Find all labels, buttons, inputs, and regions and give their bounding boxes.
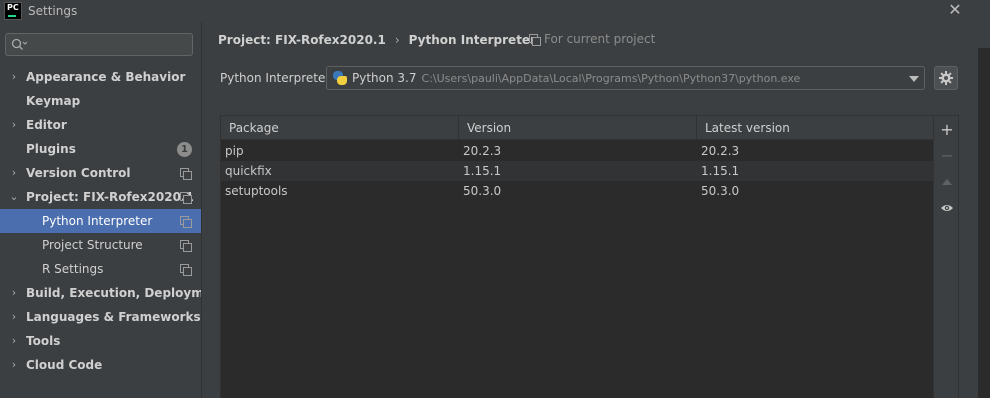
package-version: 20.2.3 (463, 144, 502, 158)
column-header-version[interactable]: Version (459, 116, 697, 140)
pycharm-icon: PC (4, 2, 22, 20)
package-version: 50.3.0 (463, 184, 502, 198)
sidebar-item-label: Project: FIX-Rofex2020.1 (26, 190, 194, 204)
interpreter-label: Python Interpreter: (220, 71, 335, 85)
column-header-package[interactable]: Package (221, 116, 459, 140)
sidebar-item-label: Plugins (26, 142, 76, 156)
column-header-latest-version[interactable]: Latest version (697, 116, 933, 140)
chevron-right-icon[interactable]: › (9, 113, 19, 137)
chevron-right-icon[interactable]: › (9, 65, 19, 89)
sidebar-item-label: Tools (26, 334, 61, 348)
title-bar: PC Settings ✕ (0, 0, 990, 22)
package-latest-version: 1.15.1 (701, 164, 740, 178)
update-count-badge: 1 (177, 142, 192, 157)
sidebar-item-label: Languages & Frameworks (26, 310, 201, 324)
dropdown-arrow-icon (909, 76, 919, 82)
scope-label: For current project (544, 32, 656, 46)
table-row[interactable]: quickfix 1.15.1 1.15.1 (221, 161, 933, 181)
add-package-button[interactable]: + (935, 118, 959, 142)
sidebar-item-label: Appearance & Behavior (26, 70, 186, 84)
sidebar-item-plugins[interactable]: Plugins 1 (0, 137, 201, 161)
package-name: quickfix (225, 164, 272, 178)
breadcrumb-page: Python Interpreter (408, 33, 536, 47)
chevron-right-icon[interactable]: › (9, 329, 19, 353)
background-window-edge (978, 0, 990, 398)
scope-hint: For current project (529, 32, 655, 46)
settings-sidebar: › Appearance & Behavior Keymap › Editor … (0, 28, 226, 398)
sidebar-item-project[interactable]: ⌄ Project: FIX-Rofex2020.1 (0, 185, 201, 209)
sidebar-item-cloud-code[interactable]: › Cloud Code (0, 353, 201, 377)
sidebar-item-keymap[interactable]: Keymap (0, 89, 201, 113)
project-scope-icon (180, 192, 192, 204)
sidebar-item-version-control[interactable]: › Version Control (0, 161, 201, 185)
chevron-down-icon[interactable]: ⌄ (9, 185, 19, 209)
sidebar-item-label: Editor (26, 118, 67, 132)
remove-package-button[interactable]: − (935, 144, 959, 168)
packages-toolbar: + − (935, 115, 959, 398)
project-scope-icon (180, 264, 192, 276)
search-icon (11, 38, 27, 50)
interpreter-dropdown[interactable]: Python 3.7 C:\Users\pauli\AppData\Local\… (326, 66, 925, 90)
table-row[interactable]: setuptools 50.3.0 50.3.0 (221, 181, 933, 201)
sidebar-item-label: Build, Execution, Deployment (26, 286, 227, 300)
interpreter-settings-button[interactable] (934, 66, 958, 90)
project-scope-icon (529, 34, 541, 46)
sidebar-item-project-structure[interactable]: Project Structure (0, 233, 201, 257)
settings-content: Project: FIX-Rofex2020.1 › Python Interp… (202, 22, 978, 398)
sidebar-item-label: Project Structure (42, 238, 143, 252)
sidebar-item-label: Keymap (26, 94, 81, 108)
package-latest-version: 50.3.0 (701, 184, 740, 198)
sidebar-item-python-interpreter[interactable]: Python Interpreter (0, 209, 201, 233)
window-title: Settings (28, 4, 78, 18)
project-scope-icon (180, 240, 192, 252)
upgrade-package-button[interactable] (935, 170, 959, 194)
sidebar-item-label: Version Control (26, 166, 131, 180)
triangle-up-icon (942, 179, 952, 185)
sidebar-item-languages[interactable]: › Languages & Frameworks (0, 305, 201, 329)
sidebar-item-editor[interactable]: › Editor (0, 113, 201, 137)
table-row[interactable]: pip 20.2.3 20.2.3 (221, 141, 933, 161)
breadcrumb-separator: › (394, 33, 400, 47)
minus-icon: − (940, 146, 954, 165)
package-latest-version: 20.2.3 (701, 144, 740, 158)
packages-table: Package Version Latest version pip 20.2.… (220, 115, 934, 398)
sidebar-item-label: Python Interpreter (42, 214, 153, 228)
chevron-right-icon[interactable]: › (9, 281, 19, 305)
close-icon[interactable]: ✕ (944, 0, 966, 22)
eye-icon (941, 205, 953, 211)
table-header: Package Version Latest version (221, 116, 933, 140)
show-early-releases-button[interactable] (935, 196, 959, 220)
project-scope-icon (180, 216, 192, 228)
sidebar-item-r-settings[interactable]: R Settings (0, 257, 201, 281)
package-name: pip (225, 144, 244, 158)
sidebar-item-label: R Settings (42, 262, 104, 276)
breadcrumb: Project: FIX-Rofex2020.1 › Python Interp… (218, 32, 536, 48)
chevron-right-icon[interactable]: › (9, 305, 19, 329)
package-version: 1.15.1 (463, 164, 502, 178)
interpreter-path: C:\Users\pauli\AppData\Local\Programs\Py… (421, 71, 801, 85)
plus-icon: + (940, 120, 954, 139)
package-name: setuptools (225, 184, 288, 198)
project-scope-icon (180, 168, 192, 180)
sidebar-item-appearance[interactable]: › Appearance & Behavior (0, 65, 201, 89)
chevron-right-icon[interactable]: › (9, 353, 19, 377)
interpreter-name: Python 3.7 (352, 71, 417, 85)
search-input[interactable] (5, 33, 193, 56)
gear-icon (939, 71, 953, 85)
sidebar-item-label: Cloud Code (26, 358, 103, 372)
settings-tree: › Appearance & Behavior Keymap › Editor … (0, 65, 226, 377)
sidebar-item-build[interactable]: › Build, Execution, Deployment (0, 281, 226, 305)
python-icon (333, 71, 347, 85)
breadcrumb-project: Project: FIX-Rofex2020.1 (218, 33, 386, 47)
chevron-right-icon[interactable]: › (9, 161, 19, 185)
sidebar-item-tools[interactable]: › Tools (0, 329, 201, 353)
